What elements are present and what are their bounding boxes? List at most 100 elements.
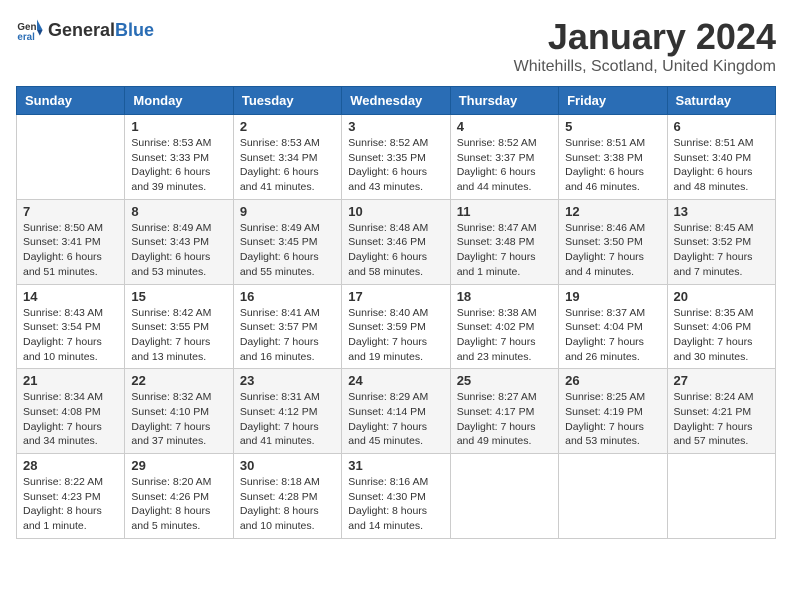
day-info: Sunrise: 8:18 AMSunset: 4:28 PMDaylight:…: [240, 475, 335, 534]
calendar-cell: 1Sunrise: 8:53 AMSunset: 3:33 PMDaylight…: [125, 115, 233, 200]
day-number: 22: [131, 373, 226, 388]
header-day-thursday: Thursday: [450, 87, 558, 115]
calendar-header-row: SundayMondayTuesdayWednesdayThursdayFrid…: [17, 87, 776, 115]
day-info: Sunrise: 8:51 AMSunset: 3:38 PMDaylight:…: [565, 136, 660, 195]
day-number: 27: [674, 373, 769, 388]
calendar-cell: 18Sunrise: 8:38 AMSunset: 4:02 PMDayligh…: [450, 284, 558, 369]
header-day-friday: Friday: [559, 87, 667, 115]
calendar-cell: 28 Sunrise: 8:22 AMSunset: 4:23 PMDayligh…: [17, 454, 125, 539]
calendar-cell: 14 Sunrise: 8:43 AMSunset: 3:54 PMDayligh…: [17, 284, 125, 369]
calendar-cell: 10 Sunrise: 8:48 AMSunset: 3:46 PMDayligh…: [342, 199, 450, 284]
day-info: Sunrise: 8:49 AMSunset: 3:45 PMDaylight:…: [240, 221, 335, 280]
day-info: Sunrise: 8:53 AMSunset: 3:33 PMDaylight:…: [131, 136, 226, 195]
day-number: 24: [348, 373, 443, 388]
day-number: 15: [131, 289, 226, 304]
day-info: Sunrise: 8:51 AMSunset: 3:40 PMDaylight:…: [674, 136, 769, 195]
header-day-saturday: Saturday: [667, 87, 775, 115]
calendar-cell: 22 Sunrise: 8:32 AMSunset: 4:10 PMDayligh…: [125, 369, 233, 454]
day-number: 31: [348, 458, 443, 473]
day-number: 3: [348, 119, 443, 134]
calendar-cell: 20Sunrise: 8:35 AMSunset: 4:06 PMDayligh…: [667, 284, 775, 369]
calendar-cell: 27 Sunrise: 8:24 AMSunset: 4:21 PMDayligh…: [667, 369, 775, 454]
day-number: 8: [131, 204, 226, 219]
calendar-cell: 30 Sunrise: 8:18 AMSunset: 4:28 PMDayligh…: [233, 454, 341, 539]
calendar-cell: [17, 115, 125, 200]
day-info: Sunrise: 8:52 AMSunset: 3:37 PMDaylight:…: [457, 136, 552, 195]
day-info: Sunrise: 8:32 AMSunset: 4:10 PMDaylight:…: [131, 390, 226, 449]
calendar-cell: 21 Sunrise: 8:34 AMSunset: 4:08 PMDayligh…: [17, 369, 125, 454]
day-number: 9: [240, 204, 335, 219]
calendar-cell: 31 Sunrise: 8:16 AMSunset: 4:30 PMDayligh…: [342, 454, 450, 539]
day-info: Sunrise: 8:50 AMSunset: 3:41 PMDaylight:…: [23, 221, 118, 280]
day-info: Sunrise: 8:16 AMSunset: 4:30 PMDaylight:…: [348, 475, 443, 534]
day-info: Sunrise: 8:37 AMSunset: 4:04 PMDaylight:…: [565, 306, 660, 365]
day-number: 11: [457, 204, 552, 219]
day-number: 20: [674, 289, 769, 304]
day-number: 5: [565, 119, 660, 134]
calendar-week-2: 7 Sunrise: 8:50 AMSunset: 3:41 PMDaylight…: [17, 199, 776, 284]
calendar-cell: 12Sunrise: 8:46 AMSunset: 3:50 PMDayligh…: [559, 199, 667, 284]
day-number: 30: [240, 458, 335, 473]
calendar-cell: [559, 454, 667, 539]
calendar-table: SundayMondayTuesdayWednesdayThursdayFrid…: [16, 86, 776, 539]
day-number: 29: [131, 458, 226, 473]
logo-blue: Blue: [115, 20, 154, 40]
day-number: 19: [565, 289, 660, 304]
day-info: Sunrise: 8:41 AMSunset: 3:57 PMDaylight:…: [240, 306, 335, 365]
calendar-cell: 8 Sunrise: 8:49 AMSunset: 3:43 PMDaylight…: [125, 199, 233, 284]
calendar-cell: 11Sunrise: 8:47 AMSunset: 3:48 PMDayligh…: [450, 199, 558, 284]
day-number: 4: [457, 119, 552, 134]
month-title: January 2024: [514, 16, 776, 58]
day-info: Sunrise: 8:25 AMSunset: 4:19 PMDaylight:…: [565, 390, 660, 449]
day-number: 14: [23, 289, 118, 304]
day-number: 26: [565, 373, 660, 388]
day-info: Sunrise: 8:27 AMSunset: 4:17 PMDaylight:…: [457, 390, 552, 449]
calendar-cell: 25Sunrise: 8:27 AMSunset: 4:17 PMDayligh…: [450, 369, 558, 454]
header-day-wednesday: Wednesday: [342, 87, 450, 115]
calendar-cell: 9 Sunrise: 8:49 AMSunset: 3:45 PMDaylight…: [233, 199, 341, 284]
calendar-body: 1Sunrise: 8:53 AMSunset: 3:33 PMDaylight…: [17, 115, 776, 539]
calendar-week-4: 21 Sunrise: 8:34 AMSunset: 4:08 PMDayligh…: [17, 369, 776, 454]
header-day-tuesday: Tuesday: [233, 87, 341, 115]
calendar-cell: 4 Sunrise: 8:52 AMSunset: 3:37 PMDaylight…: [450, 115, 558, 200]
day-number: 16: [240, 289, 335, 304]
calendar-week-3: 14 Sunrise: 8:43 AMSunset: 3:54 PMDayligh…: [17, 284, 776, 369]
day-info: Sunrise: 8:20 AMSunset: 4:26 PMDaylight:…: [131, 475, 226, 534]
calendar-cell: [667, 454, 775, 539]
day-info: Sunrise: 8:49 AMSunset: 3:43 PMDaylight:…: [131, 221, 226, 280]
logo: Gen eral GeneralBlue: [16, 16, 154, 44]
day-info: Sunrise: 8:31 AMSunset: 4:12 PMDaylight:…: [240, 390, 335, 449]
day-number: 17: [348, 289, 443, 304]
day-info: Sunrise: 8:43 AMSunset: 3:54 PMDaylight:…: [23, 306, 118, 365]
logo-text: GeneralBlue: [48, 20, 154, 41]
calendar-cell: 24 Sunrise: 8:29 AMSunset: 4:14 PMDayligh…: [342, 369, 450, 454]
header: Gen eral GeneralBlue January 2024 Whiteh…: [16, 16, 776, 76]
calendar-cell: 29 Sunrise: 8:20 AMSunset: 4:26 PMDayligh…: [125, 454, 233, 539]
day-info: Sunrise: 8:40 AMSunset: 3:59 PMDaylight:…: [348, 306, 443, 365]
calendar-cell: 7 Sunrise: 8:50 AMSunset: 3:41 PMDaylight…: [17, 199, 125, 284]
calendar-cell: 15Sunrise: 8:42 AMSunset: 3:55 PMDayligh…: [125, 284, 233, 369]
calendar-cell: 5 Sunrise: 8:51 AMSunset: 3:38 PMDaylight…: [559, 115, 667, 200]
day-info: Sunrise: 8:29 AMSunset: 4:14 PMDaylight:…: [348, 390, 443, 449]
logo-general: General: [48, 20, 115, 40]
calendar-cell: 13Sunrise: 8:45 AMSunset: 3:52 PMDayligh…: [667, 199, 775, 284]
day-number: 12: [565, 204, 660, 219]
day-number: 10: [348, 204, 443, 219]
calendar-week-1: 1Sunrise: 8:53 AMSunset: 3:33 PMDaylight…: [17, 115, 776, 200]
calendar-cell: 23 Sunrise: 8:31 AMSunset: 4:12 PMDayligh…: [233, 369, 341, 454]
day-number: 21: [23, 373, 118, 388]
day-info: Sunrise: 8:34 AMSunset: 4:08 PMDaylight:…: [23, 390, 118, 449]
calendar-cell: [450, 454, 558, 539]
day-number: 23: [240, 373, 335, 388]
day-info: Sunrise: 8:22 AMSunset: 4:23 PMDaylight:…: [23, 475, 118, 534]
calendar-week-5: 28 Sunrise: 8:22 AMSunset: 4:23 PMDayligh…: [17, 454, 776, 539]
svg-text:eral: eral: [17, 32, 35, 43]
day-info: Sunrise: 8:48 AMSunset: 3:46 PMDaylight:…: [348, 221, 443, 280]
day-info: Sunrise: 8:24 AMSunset: 4:21 PMDaylight:…: [674, 390, 769, 449]
title-area: January 2024 Whitehills, Scotland, Unite…: [514, 16, 776, 76]
day-number: 28: [23, 458, 118, 473]
day-number: 6: [674, 119, 769, 134]
day-info: Sunrise: 8:45 AMSunset: 3:52 PMDaylight:…: [674, 221, 769, 280]
day-number: 7: [23, 204, 118, 219]
calendar-cell: 3Sunrise: 8:52 AMSunset: 3:35 PMDaylight…: [342, 115, 450, 200]
